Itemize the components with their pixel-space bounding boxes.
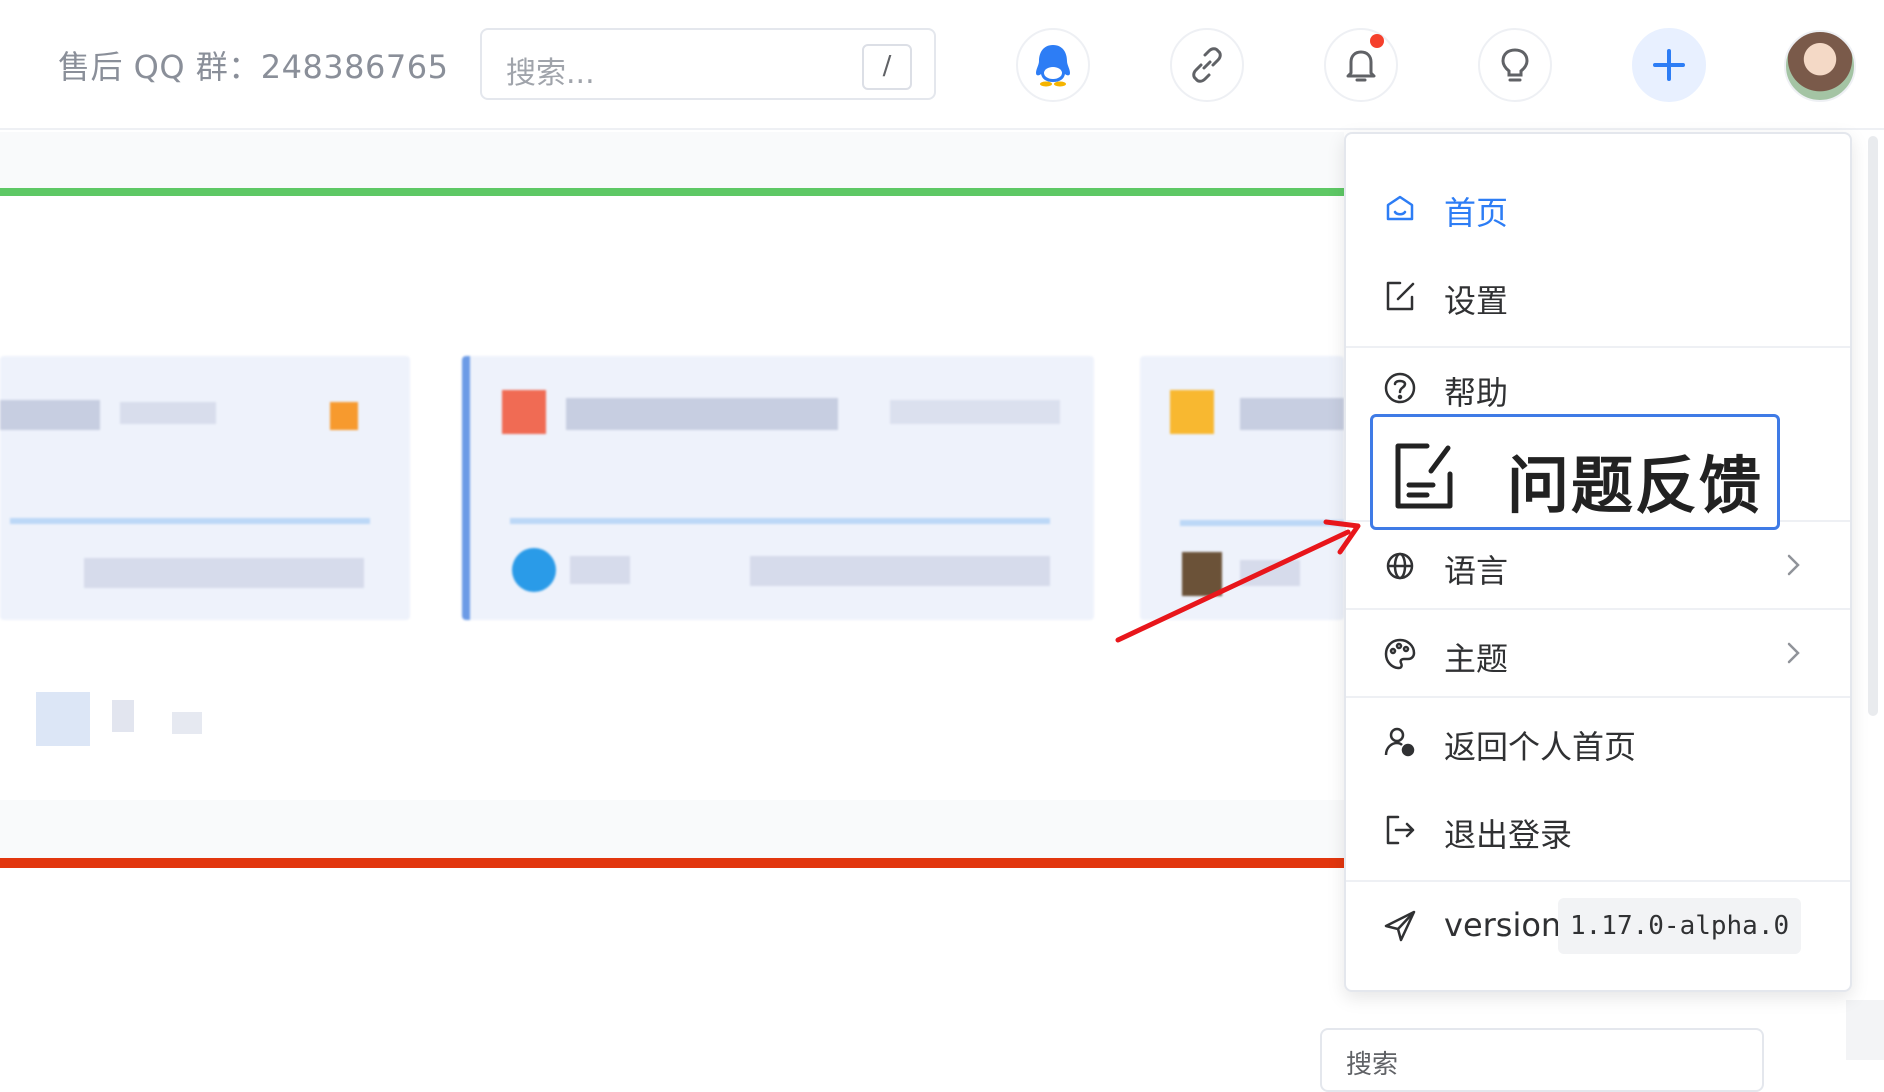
feedback-icon <box>1395 443 1453 509</box>
send-icon <box>1384 910 1416 942</box>
palette-icon <box>1384 638 1416 670</box>
home-icon <box>1386 195 1414 221</box>
menu-item-settings[interactable]: 设置 <box>1346 252 1850 340</box>
menu-item-home[interactable]: 首页 <box>1346 164 1850 252</box>
side-panel-edge <box>1846 1000 1884 1060</box>
card-status-icon <box>330 402 358 430</box>
pagination-next[interactable] <box>112 700 134 732</box>
feedback-label: 问题反馈 <box>1507 449 1764 522</box>
qq-icon <box>1036 45 1070 87</box>
green-progress-bar <box>0 188 1344 196</box>
menu-item-label: 设置 <box>1444 282 1509 320</box>
card-meta-blur <box>890 400 1060 424</box>
section-band-middle <box>0 800 1344 858</box>
pagination-info <box>172 712 202 734</box>
top-header: 售后 QQ 群：248386765 搜索... / <box>0 0 1884 130</box>
version-label: version <box>1444 906 1562 944</box>
pagination-current[interactable] <box>36 692 90 746</box>
support-qq-group: 售后 QQ 群：248386765 <box>58 48 449 86</box>
menu-item-label: 退出登录 <box>1444 816 1573 854</box>
version-badge: 1.17.0-alpha.0 <box>1558 898 1802 954</box>
card-stats-blur <box>750 556 1050 586</box>
globe-icon <box>1386 552 1414 580</box>
notification-button[interactable] <box>1324 28 1398 102</box>
menu-item-logout[interactable]: 退出登录 <box>1346 786 1850 874</box>
card-app-icon <box>502 390 546 434</box>
card-sparkline <box>10 518 370 524</box>
card-owner-icon <box>512 548 556 592</box>
app-card-selected[interactable] <box>462 356 1094 620</box>
search-shortcut-key: / <box>862 44 912 90</box>
menu-item-label: 返回个人首页 <box>1444 728 1637 766</box>
menu-item-version: version 1.17.0-alpha.0 <box>1346 882 1850 970</box>
card-sparkline <box>1180 520 1344 526</box>
search-placeholder: 搜索... <box>506 56 595 91</box>
card-title-blur <box>0 400 100 430</box>
card-owner-icon <box>1182 552 1222 596</box>
help-circle-icon <box>1384 372 1416 404</box>
card-owner-blur <box>1240 560 1300 586</box>
notification-badge <box>1370 34 1384 48</box>
card-sparkline <box>510 518 1050 524</box>
card-app-icon <box>1170 390 1214 434</box>
app-card[interactable] <box>0 356 410 620</box>
feedback-callout[interactable]: 问题反馈 <box>1370 414 1780 530</box>
user-avatar[interactable] <box>1784 30 1856 102</box>
card-title-blur <box>566 398 838 430</box>
add-button[interactable] <box>1632 28 1706 102</box>
chevron-right-icon <box>1787 642 1800 664</box>
logout-icon <box>1386 815 1415 845</box>
red-progress-bar <box>0 858 1344 868</box>
section-band-top <box>0 132 1344 188</box>
page-scrollbar[interactable] <box>1868 136 1878 716</box>
card-meta-blur <box>120 402 216 424</box>
menu-item-personal-home[interactable]: 返回个人首页 <box>1346 698 1850 786</box>
search-input[interactable]: 搜索... / <box>480 28 936 100</box>
app-card[interactable] <box>1140 356 1344 620</box>
menu-item-label: 主题 <box>1444 640 1509 678</box>
bottom-search-input[interactable]: 搜索 <box>1320 1028 1764 1092</box>
chevron-right-icon <box>1787 554 1800 576</box>
bottom-search-placeholder: 搜索 <box>1346 1050 1399 1080</box>
tips-button[interactable] <box>1478 28 1552 102</box>
qq-button[interactable] <box>1016 28 1090 102</box>
bulb-icon <box>1501 48 1529 82</box>
card-title-blur <box>1240 398 1344 430</box>
link-button[interactable] <box>1170 28 1244 102</box>
link-icon <box>1192 47 1222 83</box>
menu-item-label: 首页 <box>1444 194 1509 232</box>
user-home-icon <box>1384 727 1415 757</box>
card-owner-blur <box>570 556 630 584</box>
user-dropdown-menu: 首页 设置 帮助 语言 主题 返回个人首页 退出登录 version 1.17.… <box>1344 132 1852 992</box>
card-stats-blur <box>84 558 364 588</box>
plus-icon <box>1653 49 1685 81</box>
menu-item-label: 帮助 <box>1444 374 1509 412</box>
menu-item-language[interactable]: 语言 <box>1346 522 1850 610</box>
edit-icon <box>1386 281 1415 311</box>
bell-icon <box>1346 50 1376 82</box>
menu-item-label: 语言 <box>1444 552 1509 590</box>
menu-item-theme[interactable]: 主题 <box>1346 610 1850 698</box>
